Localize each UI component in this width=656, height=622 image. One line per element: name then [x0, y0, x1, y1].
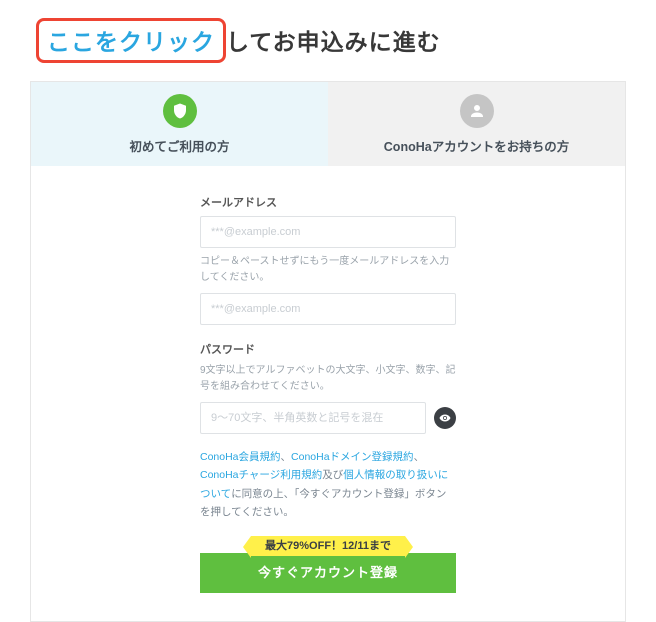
tab-existing-label: ConoHaアカウントをお持ちの方 — [384, 136, 569, 155]
password-field[interactable] — [200, 402, 426, 434]
promo-ribbon-wrap: 最大79%OFF！12/11まで — [200, 536, 456, 554]
person-icon — [460, 94, 494, 128]
shield-icon — [163, 94, 197, 128]
link-domain-terms[interactable]: ConoHaドメイン登録規約 — [291, 451, 414, 463]
headline-click-highlight: ここをクリック — [36, 18, 226, 63]
terms-text: ConoHa会員規約、ConoHaドメイン登録規約、ConoHaチャージ利用規約… — [200, 448, 456, 522]
password-visibility-toggle[interactable] — [434, 407, 456, 429]
link-charge-terms[interactable]: ConoHaチャージ利用規約 — [200, 469, 322, 481]
signup-card: 初めてご利用の方 ConoHaアカウントをお持ちの方 メールアドレス コピー＆ペ… — [30, 81, 626, 622]
tabs: 初めてご利用の方 ConoHaアカウントをお持ちの方 — [31, 82, 625, 166]
register-button[interactable]: 今すぐアカウント登録 — [200, 553, 456, 593]
signup-form: メールアドレス コピー＆ペーストせずにもう一度メールアドレスを入力してください。… — [31, 166, 625, 621]
promo-ribbon: 最大79%OFF！12/11まで — [251, 536, 405, 554]
password-hint: 9文字以上でアルファベットの大文字、小文字、数字、記号を組み合わせてください。 — [200, 363, 456, 394]
link-members-terms[interactable]: ConoHa会員規約 — [200, 451, 281, 463]
tab-first-time-label: 初めてご利用の方 — [129, 136, 229, 155]
eye-icon — [439, 412, 451, 424]
password-label: パスワード — [200, 341, 456, 357]
email-field[interactable] — [200, 216, 456, 248]
promo-text: 最大79%OFF！12/11まで — [251, 536, 405, 556]
headline-rest: してお申込みに進む — [226, 29, 441, 55]
email-confirm-hint: コピー＆ペーストせずにもう一度メールアドレスを入力してください。 — [200, 254, 456, 285]
email-label: メールアドレス — [200, 194, 456, 210]
tab-first-time[interactable]: 初めてご利用の方 — [31, 82, 328, 166]
headline: ここをクリックしてお申込みに進む — [0, 0, 656, 75]
tab-existing[interactable]: ConoHaアカウントをお持ちの方 — [328, 82, 625, 166]
email-confirm-field[interactable] — [200, 293, 456, 325]
